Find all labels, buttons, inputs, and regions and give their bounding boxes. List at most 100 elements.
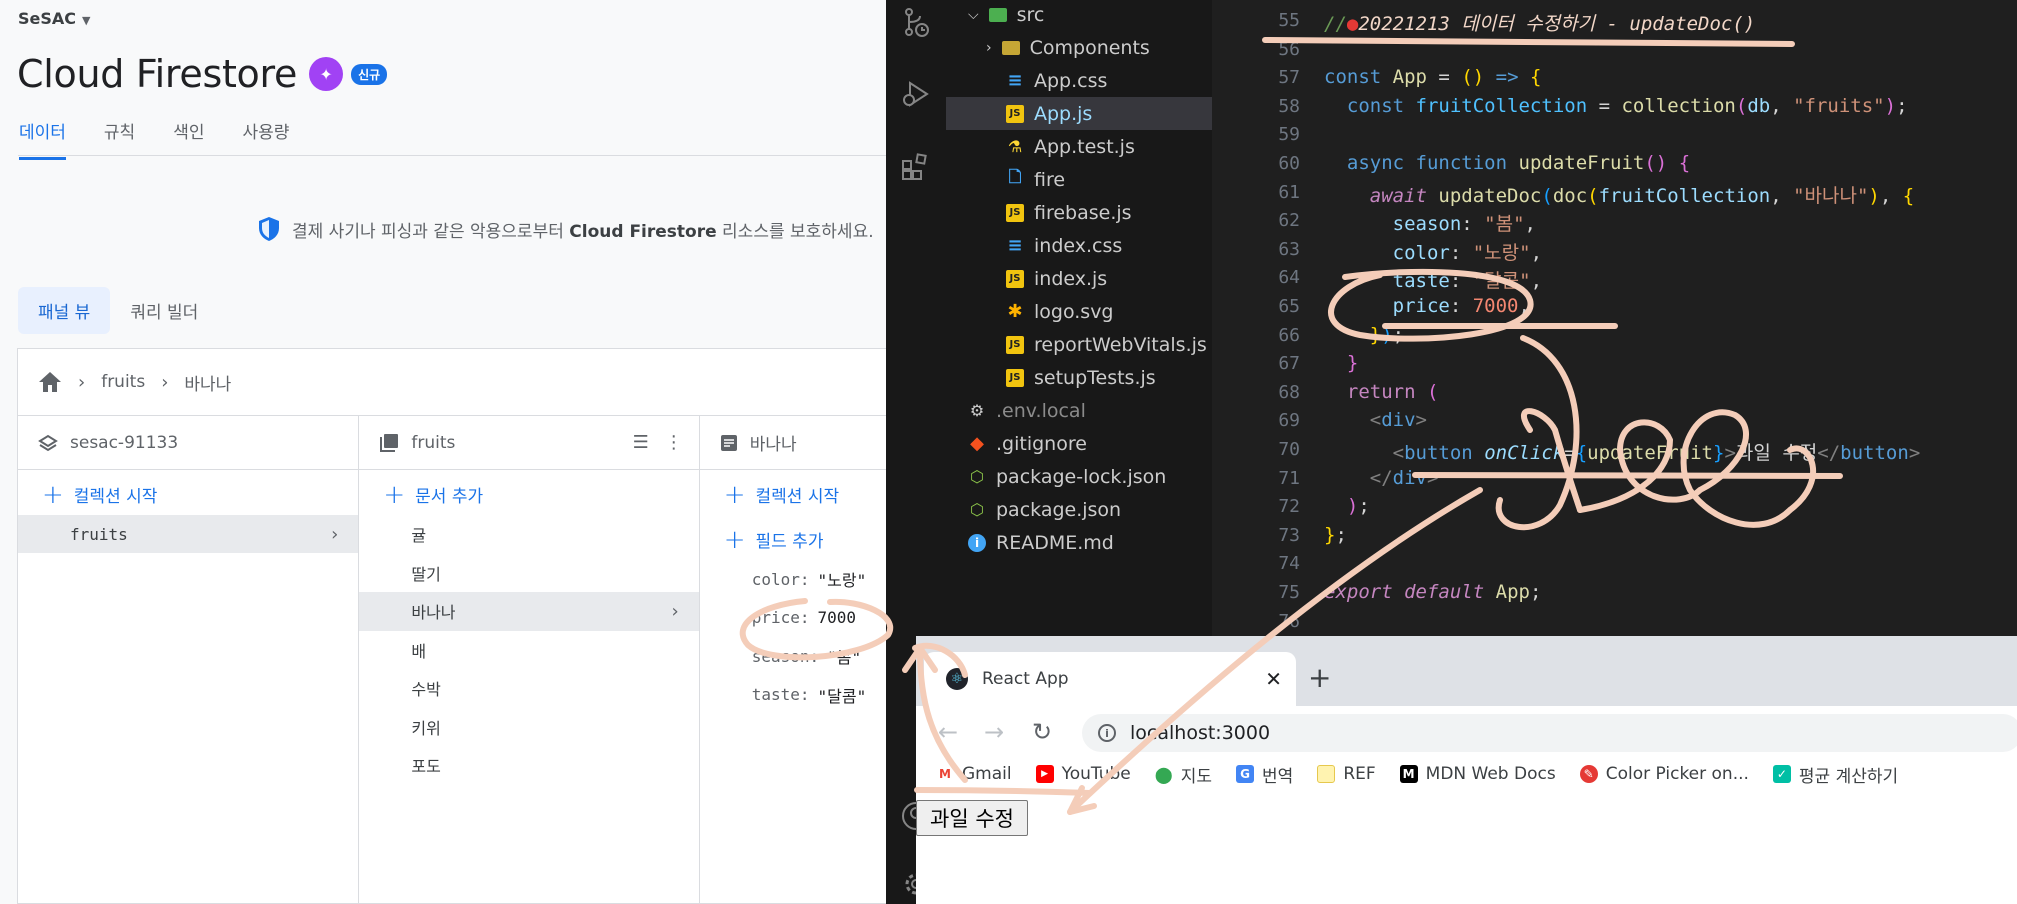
field-row[interactable]: color: "노랑" bbox=[700, 560, 886, 599]
file-item[interactable]: ⚙ .env.local bbox=[968, 394, 1086, 427]
plus-icon: + bbox=[723, 524, 746, 555]
close-tab-icon[interactable]: ✕ bbox=[1265, 667, 1282, 691]
home-icon[interactable] bbox=[38, 371, 62, 393]
add-field-button[interactable]: + 필드 추가 bbox=[700, 515, 886, 560]
line-number: 58 bbox=[1278, 96, 1300, 117]
reload-icon[interactable]: ↻ bbox=[1032, 718, 1052, 746]
bookmark-maps[interactable]: ⬤ 지도 bbox=[1155, 762, 1212, 787]
project-selector[interactable]: SeSAC ▼ bbox=[18, 9, 91, 28]
document-item[interactable]: 키위 bbox=[359, 708, 698, 747]
breadcrumb-document[interactable]: 바나나 bbox=[184, 370, 231, 395]
banner-text: 결제 사기나 피싱과 같은 악용으로부터 Cloud Firestore 리소스… bbox=[292, 221, 874, 242]
new-feature-icon[interactable]: ✦ bbox=[309, 57, 344, 91]
tree-label: setupTests.js bbox=[1034, 366, 1156, 389]
react-favicon-icon: ⚛ bbox=[946, 668, 968, 690]
source-control-icon[interactable] bbox=[900, 6, 932, 38]
breadcrumb: › fruits › 바나나 bbox=[18, 349, 886, 416]
chevron-right-icon: › bbox=[78, 371, 86, 393]
bookmark-average[interactable]: ✓ 평균 계산하기 bbox=[1772, 762, 1898, 787]
field-row[interactable]: season: "봄" bbox=[700, 637, 886, 676]
project-name: SeSAC bbox=[18, 9, 77, 28]
file-item[interactable]: ⬡ package-lock.json bbox=[968, 460, 1166, 493]
line-number: 68 bbox=[1278, 382, 1300, 403]
line-number: 71 bbox=[1278, 468, 1300, 489]
file-item[interactable]: ≡ App.css bbox=[1006, 64, 1107, 97]
file-item[interactable]: JS index.js bbox=[1006, 262, 1107, 295]
more-vert-icon[interactable]: ⋮ bbox=[665, 432, 683, 453]
caret-down-icon: ▼ bbox=[82, 14, 91, 27]
file-item[interactable]: ≡ index.css bbox=[1006, 229, 1122, 262]
code-editor[interactable]: 55 56 57 58 59 60 61 62 63 64 65 66 67 6… bbox=[1212, 0, 2017, 640]
query-builder-button[interactable]: 쿼리 빌더 bbox=[110, 287, 218, 334]
column-tools: ☰ ⋮ bbox=[633, 432, 683, 453]
folder-icon bbox=[1317, 765, 1336, 783]
document-item[interactable]: 귤 bbox=[359, 515, 698, 554]
run-debug-icon[interactable] bbox=[900, 78, 932, 110]
document-id: 귤 bbox=[411, 526, 427, 546]
back-arrow-icon[interactable]: ← bbox=[938, 718, 958, 746]
file-item-selected[interactable]: JS App.js bbox=[946, 97, 1212, 130]
js-file-icon: JS bbox=[1006, 269, 1024, 288]
code-line: export default App; bbox=[1324, 581, 1542, 603]
document-item[interactable]: 딸기 bbox=[359, 554, 698, 593]
plus-icon: + bbox=[723, 479, 746, 510]
file-item[interactable]: i README.md bbox=[968, 526, 1114, 559]
file-item[interactable]: ✱ logo.svg bbox=[1006, 295, 1113, 328]
breadcrumb-collection[interactable]: fruits bbox=[101, 372, 145, 392]
browser-window: ⚛ React App ✕ + ← → ↻ i localhost:3000 M… bbox=[916, 636, 2017, 904]
field-value: "달콤" bbox=[817, 686, 867, 706]
filter-icon[interactable]: ☰ bbox=[633, 432, 649, 453]
bookmark-ref[interactable]: REF bbox=[1317, 764, 1376, 784]
folder-src[interactable]: ⌵ src bbox=[968, 0, 1044, 31]
database-icon bbox=[38, 434, 58, 451]
new-tab-icon[interactable]: + bbox=[1308, 661, 1331, 694]
start-collection-button[interactable]: + 컬렉션 시작 bbox=[18, 470, 358, 515]
file-item[interactable]: JS firebase.js bbox=[1006, 196, 1132, 229]
tree-label: fire bbox=[1034, 168, 1066, 191]
file-item[interactable]: JS reportWebVitals.js bbox=[1006, 328, 1207, 361]
bookmark-youtube[interactable]: ▶ YouTube bbox=[1035, 764, 1131, 784]
panel-view-button[interactable]: 패널 뷰 bbox=[18, 287, 111, 334]
bookmark-color-picker[interactable]: ✎ Color Picker on... bbox=[1579, 764, 1749, 784]
bookmark-gmail[interactable]: M Gmail bbox=[936, 764, 1012, 784]
code-line: }; bbox=[1324, 524, 1347, 546]
env-file-icon: ⚙ bbox=[969, 401, 985, 420]
tab-usage[interactable]: 사용량 bbox=[242, 118, 289, 160]
field-key: season: bbox=[751, 646, 820, 666]
tab-indexes[interactable]: 색인 bbox=[173, 118, 204, 160]
youtube-icon: ▶ bbox=[1035, 765, 1054, 783]
bookmark-translate[interactable]: G 번역 bbox=[1236, 762, 1293, 787]
update-fruit-button[interactable]: 과일 수정 bbox=[916, 800, 1028, 836]
file-item[interactable]: JS setupTests.js bbox=[1006, 361, 1156, 394]
collection-item[interactable]: fruits › bbox=[18, 515, 359, 553]
site-info-icon[interactable]: i bbox=[1098, 724, 1116, 742]
line-number: 61 bbox=[1278, 182, 1300, 203]
url-text: localhost:3000 bbox=[1130, 722, 1271, 744]
info-file-icon: i bbox=[968, 533, 986, 552]
forward-arrow-icon[interactable]: → bbox=[984, 718, 1004, 746]
address-bar[interactable]: i localhost:3000 bbox=[1082, 714, 2017, 752]
file-item[interactable]: ⬡ package.json bbox=[968, 493, 1121, 526]
browser-tab[interactable]: ⚛ React App ✕ bbox=[924, 652, 1296, 706]
field-row[interactable]: price: 7000 bbox=[700, 599, 886, 638]
file-item[interactable]: ⚗ App.test.js bbox=[1006, 130, 1135, 163]
field-row[interactable]: taste: "달콤" bbox=[700, 676, 886, 715]
document-item[interactable]: 배 bbox=[359, 631, 698, 670]
folder-components[interactable]: › Components bbox=[986, 31, 1150, 64]
extensions-icon[interactable] bbox=[900, 150, 932, 182]
tree-label: README.md bbox=[996, 531, 1114, 554]
start-subcollection-button[interactable]: + 컬렉션 시작 bbox=[700, 470, 886, 515]
bookmark-mdn[interactable]: M MDN Web Docs bbox=[1399, 764, 1556, 784]
file-item[interactable]: 🗋 fire bbox=[1006, 163, 1066, 196]
document-item[interactable]: 포도 bbox=[359, 746, 698, 785]
tab-rules[interactable]: 규칙 bbox=[104, 118, 135, 160]
tree-label: App.css bbox=[1034, 69, 1108, 92]
document-item[interactable]: 수박 bbox=[359, 669, 698, 708]
document-item-selected[interactable]: 바나나 › bbox=[359, 592, 699, 631]
field-key: color: bbox=[751, 569, 810, 589]
tab-data[interactable]: 데이터 bbox=[19, 118, 66, 160]
file-item[interactable]: ◆ .gitignore bbox=[968, 427, 1087, 460]
add-document-button[interactable]: + 문서 추가 bbox=[359, 470, 698, 515]
line-number: 59 bbox=[1278, 124, 1300, 145]
shield-icon bbox=[259, 217, 279, 241]
